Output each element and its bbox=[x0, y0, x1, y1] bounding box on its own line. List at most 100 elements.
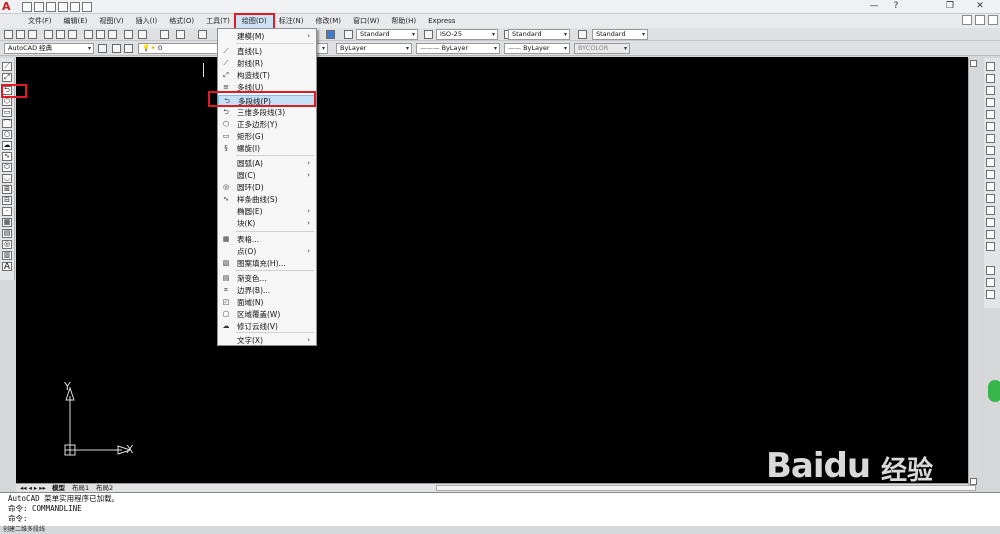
color-select[interactable]: ByLayer ▾ bbox=[336, 43, 412, 54]
blend-tool-icon[interactable] bbox=[986, 242, 995, 251]
dim-style-icon[interactable] bbox=[424, 30, 433, 39]
close-icon[interactable]: ✕ bbox=[966, 0, 994, 12]
autocad-logo-icon[interactable]: A bbox=[2, 1, 16, 13]
menu-item[interactable]: 绘图(D) bbox=[233, 12, 275, 30]
draw-menu-item[interactable]: ▦ 表格... bbox=[218, 234, 316, 245]
multileader-style-select[interactable]: Standard ▾ bbox=[592, 29, 648, 40]
save-icon[interactable] bbox=[28, 30, 37, 39]
right-scrollbar[interactable] bbox=[968, 58, 979, 490]
draw-menu-item[interactable]: ▢ 区域覆盖(W) bbox=[218, 309, 316, 320]
drawing-area[interactable]: Y X bbox=[16, 57, 968, 483]
new-file-icon[interactable] bbox=[22, 2, 32, 12]
gradient-tool-icon[interactable]: ▤ bbox=[2, 229, 12, 238]
draw-menu-item[interactable]: ◰ 面域(N) bbox=[218, 297, 316, 308]
menu-item[interactable]: 编辑(E) bbox=[58, 15, 94, 28]
paste-icon[interactable] bbox=[108, 30, 117, 39]
break-tool-icon[interactable] bbox=[986, 194, 995, 203]
menu-item[interactable]: 工具(T) bbox=[200, 15, 236, 28]
command-prompt[interactable]: 命令: bbox=[8, 514, 992, 524]
hatch-tool-icon[interactable]: ▦ bbox=[2, 218, 12, 227]
menu-item[interactable]: 文件(F) bbox=[22, 15, 58, 28]
open-icon[interactable] bbox=[16, 30, 25, 39]
draw-menu-item[interactable]: ⮌ 三维多段线(3) bbox=[218, 107, 316, 118]
menu-item[interactable]: 格式(O) bbox=[163, 15, 200, 28]
menu-item[interactable]: 帮助(H) bbox=[385, 15, 422, 28]
draw-menu-item[interactable]: ∿ 样条曲线(S) bbox=[218, 194, 316, 205]
tab-model[interactable]: 模型 bbox=[52, 484, 65, 492]
line-tool-icon[interactable]: ⟋ bbox=[2, 62, 12, 71]
draw-menu-item[interactable]: ⟋ 射线(R) bbox=[218, 58, 316, 69]
tab-layout1[interactable]: 布局1 bbox=[72, 484, 89, 492]
qnew-icon[interactable] bbox=[4, 30, 13, 39]
draw-menu-item[interactable]: § 螺旋(I) bbox=[218, 143, 316, 154]
chamfer-tool-icon[interactable] bbox=[986, 218, 995, 227]
table-style-select[interactable]: Standard ▾ bbox=[508, 29, 570, 40]
save-icon[interactable] bbox=[46, 2, 56, 12]
undo-icon[interactable] bbox=[160, 30, 169, 39]
draw-menu-item[interactable]: ▨ 图案填充(H)... bbox=[218, 258, 316, 269]
plot-preview-icon[interactable] bbox=[56, 30, 65, 39]
copy-tool-icon[interactable] bbox=[986, 74, 995, 83]
linetype-select[interactable]: ——— ByLayer ▾ bbox=[416, 43, 500, 54]
block-editor-icon[interactable] bbox=[138, 30, 147, 39]
feedback-button[interactable] bbox=[988, 380, 1000, 402]
make-block-tool-icon[interactable]: ⊟ bbox=[2, 196, 12, 205]
draw-menu-item[interactable]: ▤ 渐变色... bbox=[218, 273, 316, 284]
multileader-style-icon[interactable] bbox=[578, 30, 587, 39]
draw-menu-item[interactable]: 建模(M) › bbox=[218, 31, 316, 42]
draw-menu-item[interactable]: ⤢ 构造线(T) bbox=[218, 70, 316, 81]
restore-icon[interactable]: ❐ bbox=[936, 0, 964, 12]
draw-menu-item[interactable]: 点(O) › bbox=[218, 246, 316, 257]
workspace-select[interactable]: AutoCAD 经典 ▾ bbox=[4, 43, 94, 54]
ellipse-tool-icon[interactable]: ⬭ bbox=[2, 163, 12, 172]
doc-close-icon[interactable] bbox=[988, 15, 998, 25]
publish-icon[interactable] bbox=[68, 30, 77, 39]
polygon-tool-icon[interactable]: ⬡ bbox=[2, 97, 12, 106]
menu-item[interactable]: 修改(M) bbox=[309, 15, 347, 28]
table-tool-icon[interactable]: ▥ bbox=[2, 251, 12, 260]
menu-item[interactable]: 标注(N) bbox=[273, 15, 310, 28]
scale-tool-icon[interactable] bbox=[986, 146, 995, 155]
redo-icon[interactable] bbox=[82, 2, 92, 12]
copy-icon[interactable] bbox=[96, 30, 105, 39]
plot-icon[interactable] bbox=[58, 2, 68, 12]
circle-tool-icon[interactable]: ○ bbox=[2, 130, 12, 139]
workspace-settings-icon[interactable] bbox=[98, 44, 107, 53]
menu-item[interactable]: 插入(I) bbox=[130, 15, 164, 28]
mirror-tool-icon[interactable] bbox=[986, 86, 995, 95]
arc-tool-icon[interactable]: ⌒ bbox=[2, 119, 12, 128]
draw-menu-item[interactable]: 圆(C) › bbox=[218, 170, 316, 181]
insert-block-tool-icon[interactable]: ⊞ bbox=[2, 185, 12, 194]
mtext-tool-icon[interactable]: A bbox=[2, 262, 12, 272]
xline-tool-icon[interactable]: ⤢ bbox=[2, 73, 12, 82]
join-tool-icon[interactable] bbox=[986, 206, 995, 215]
draw-menu-item[interactable]: ⌗ 边界(B)... bbox=[218, 285, 316, 296]
rotate-tool-icon[interactable] bbox=[986, 134, 995, 143]
help-icon[interactable]: ? bbox=[882, 0, 910, 12]
revcloud-tool-icon[interactable]: ☁ bbox=[2, 141, 12, 150]
properties-tool-icon[interactable] bbox=[986, 290, 995, 299]
redo-icon[interactable] bbox=[176, 30, 185, 39]
menu-item[interactable]: 视图(V) bbox=[93, 15, 129, 28]
rectangle-tool-icon[interactable]: ▭ bbox=[2, 108, 12, 117]
tab-nav-arrows[interactable]: ◂◂ ◂ ▸ ▸▸ bbox=[20, 484, 46, 492]
explode-tool-icon[interactable] bbox=[986, 278, 995, 287]
extend-tool-icon[interactable] bbox=[986, 182, 995, 191]
draw-menu-item[interactable]: ▭ 矩形(G) bbox=[218, 131, 316, 142]
text-style-select[interactable]: Standard ▾ bbox=[356, 29, 418, 40]
draw-menu-item[interactable]: ☁ 修订云线(V) bbox=[218, 321, 316, 332]
scroll-up-icon[interactable] bbox=[970, 60, 977, 67]
plot-icon[interactable] bbox=[44, 30, 53, 39]
draw-menu-item[interactable]: 椭圆(E) › bbox=[218, 206, 316, 217]
undo-icon[interactable] bbox=[70, 2, 80, 12]
pan-icon[interactable] bbox=[198, 30, 207, 39]
draworder-tool-icon[interactable] bbox=[986, 266, 995, 275]
move-tool-icon[interactable] bbox=[986, 122, 995, 131]
tab-layout2[interactable]: 布局2 bbox=[96, 484, 113, 492]
menu-item[interactable]: 窗口(W) bbox=[347, 15, 385, 28]
matchprop-icon[interactable] bbox=[124, 30, 133, 39]
draw-menu-item[interactable]: ⟋ 直线(L) bbox=[218, 46, 316, 57]
region-tool-icon[interactable]: ◎ bbox=[2, 240, 12, 249]
draw-menu-item[interactable]: 圆弧(A) › bbox=[218, 158, 316, 169]
spline-tool-icon[interactable]: ∿ bbox=[2, 152, 12, 161]
